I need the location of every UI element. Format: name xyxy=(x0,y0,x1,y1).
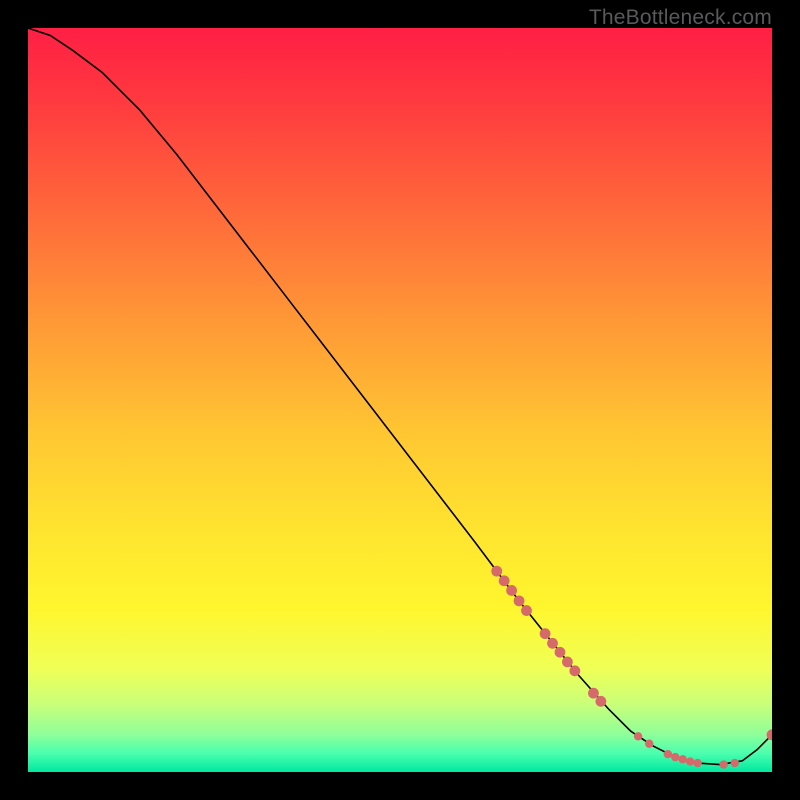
data-point xyxy=(569,665,580,676)
data-point xyxy=(686,757,694,765)
data-point xyxy=(555,647,566,658)
data-point xyxy=(679,755,687,763)
data-point xyxy=(514,595,525,606)
data-point xyxy=(693,759,701,767)
data-point xyxy=(588,688,599,699)
chart-container: TheBottleneck.com xyxy=(0,0,800,800)
data-point xyxy=(491,566,502,577)
data-point xyxy=(731,759,739,767)
data-point xyxy=(499,575,510,586)
data-point xyxy=(719,760,727,768)
data-point xyxy=(521,605,532,616)
data-point xyxy=(562,656,573,667)
data-point xyxy=(506,585,517,596)
data-point xyxy=(547,638,558,649)
data-point xyxy=(540,628,551,639)
data-point xyxy=(671,753,679,761)
data-point xyxy=(645,740,653,748)
data-point xyxy=(595,696,606,707)
plot-area xyxy=(28,28,772,772)
data-point xyxy=(634,732,642,740)
chart-svg xyxy=(28,28,772,772)
watermark-text: TheBottleneck.com xyxy=(589,6,772,30)
gradient-background xyxy=(28,28,772,772)
data-point xyxy=(664,750,672,758)
